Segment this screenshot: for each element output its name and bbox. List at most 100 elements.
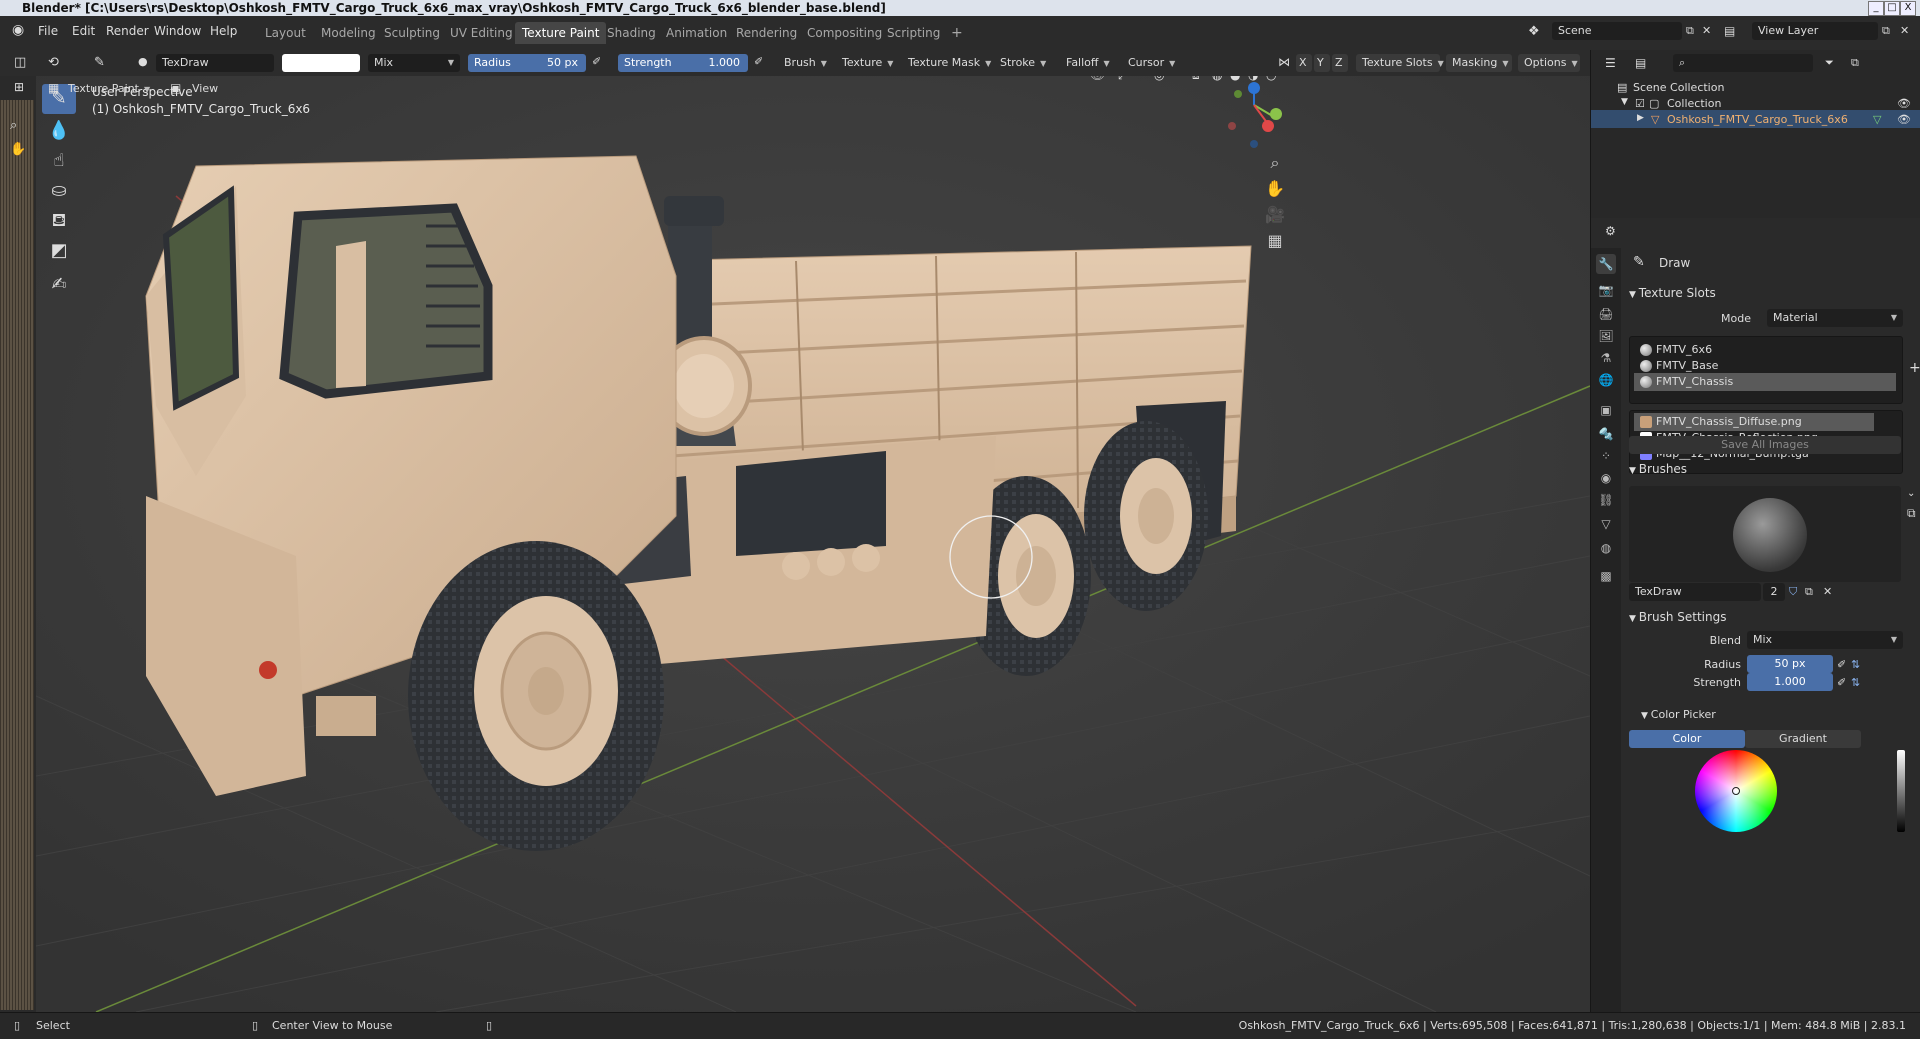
tab-texture-paint[interactable]: Texture Paint — [515, 22, 607, 44]
minimize-button[interactable]: _ — [1868, 1, 1884, 16]
menu-window[interactable]: Window — [154, 24, 201, 38]
brush-image-icon[interactable]: ⧉ — [1907, 506, 1916, 521]
constraints-tab-icon[interactable]: ⛓ — [1596, 490, 1616, 510]
outliner-editor-icon[interactable]: ☰ — [1605, 56, 1616, 70]
material-tab-icon[interactable]: ◍ — [1596, 538, 1616, 558]
tool-select-icon[interactable]: ⟲ — [48, 55, 59, 70]
brush-icon[interactable]: ✎ — [94, 55, 105, 70]
annotate-tool-icon[interactable]: ✍ — [42, 270, 76, 300]
mirror-x-toggle[interactable]: X — [1296, 54, 1312, 72]
strength-pressure-icon[interactable]: ✐ — [754, 55, 763, 68]
render-tab-icon[interactable]: 📷 — [1596, 280, 1616, 300]
tab-shading[interactable]: Shading — [600, 22, 663, 44]
editor-type-icon[interactable]: ◫ — [14, 55, 26, 70]
duplicate-brush-icon[interactable]: ⧉ — [1805, 585, 1813, 599]
menu-file[interactable]: File — [38, 24, 58, 38]
brush-settings-section[interactable]: ▼ Brush Settings — [1629, 610, 1726, 624]
brush-users-count[interactable]: 2 — [1763, 583, 1785, 601]
brush-name-field[interactable]: TexDraw — [156, 54, 274, 72]
radius-slider-panel[interactable]: 50 px — [1747, 655, 1833, 673]
add-slot-icon[interactable]: + — [1909, 360, 1920, 376]
unlink-brush-icon[interactable]: ✕ — [1823, 585, 1832, 598]
blend-mode-dropdown[interactable]: Mix ▼ — [368, 54, 460, 72]
strength-slider-panel[interactable]: 1.000 — [1747, 673, 1833, 691]
strength-unit-icon[interactable]: ⇅ — [1851, 676, 1860, 689]
pressure-icon[interactable]: ✐ — [592, 55, 601, 68]
physics-tab-icon[interactable]: ◉ — [1596, 468, 1616, 488]
brush-blend-dropdown[interactable]: Mix ▼ — [1747, 631, 1903, 649]
maximize-button[interactable]: □ — [1884, 1, 1900, 16]
menu-edit[interactable]: Edit — [72, 24, 95, 38]
add-workspace-button[interactable]: + — [944, 22, 970, 44]
brush-name-field-panel[interactable]: TexDraw — [1629, 583, 1761, 601]
options-menu[interactable]: Options ▼ — [1518, 54, 1580, 72]
masking-menu[interactable]: Masking ▼ — [1446, 54, 1512, 72]
delete-view-layer-icon[interactable]: ✕ — [1900, 24, 1909, 37]
output-tab-icon[interactable]: 🖨 — [1596, 304, 1616, 324]
object-tab-icon[interactable]: ▣ — [1596, 400, 1616, 420]
tab-layout[interactable]: Layout — [258, 22, 313, 44]
texture-mask-menu[interactable]: Texture Mask ▼ — [908, 56, 991, 69]
tab-modeling[interactable]: Modeling — [314, 22, 383, 44]
material-item-fmtv-chassis[interactable]: FMTV_Chassis — [1634, 373, 1896, 391]
delete-scene-icon[interactable]: ✕ — [1702, 24, 1711, 37]
eye-icon[interactable]: 👁 — [1897, 113, 1911, 126]
texture-slot-mode-dropdown[interactable]: Material ▼ — [1767, 309, 1903, 327]
smear-tool-icon[interactable]: ☝ — [42, 146, 76, 176]
brush-color-swatch[interactable] — [282, 54, 360, 72]
view-layer-tab-icon[interactable]: 🖼 — [1596, 326, 1616, 346]
strength-slider[interactable]: Strength 1.000 — [618, 54, 748, 72]
world-tab-icon[interactable]: 🌐 — [1596, 370, 1616, 390]
filter-icon[interactable]: ⏷ — [1825, 56, 1834, 70]
close-button[interactable]: X — [1900, 1, 1916, 16]
menu-render[interactable]: Render — [106, 24, 149, 38]
uv-pan-icon[interactable]: ✋ — [10, 142, 26, 157]
texture-tab-icon[interactable]: ▩ — [1596, 566, 1616, 586]
strength-pressure-icon[interactable]: ✐ — [1837, 676, 1846, 689]
cursor-menu[interactable]: Cursor ▼ — [1128, 56, 1175, 69]
new-view-layer-icon[interactable]: ⧉ — [1882, 24, 1890, 38]
outliner-row-object[interactable]: ▶ ▽ Oshkosh_FMTV_Cargo_Truck_6x6 ▽ 👁 — [1591, 110, 1920, 128]
mask-tool-icon[interactable]: ◩ — [42, 236, 76, 266]
chevron-down-icon[interactable]: ⌄ — [1907, 488, 1915, 499]
gizmo-y-icon[interactable] — [1270, 108, 1282, 120]
perspective-toggle-icon[interactable]: ▦ — [1262, 228, 1288, 254]
3d-viewport[interactable]: User Perspective (1) Oshkosh_FMTV_Cargo_… — [36, 76, 1590, 1012]
tab-rendering[interactable]: Rendering — [729, 22, 804, 44]
checkbox-icon[interactable]: ☑ — [1635, 97, 1645, 110]
uv-editor-type-icon[interactable]: ⊞ — [14, 80, 24, 94]
display-mode-icon[interactable]: ▤ — [1635, 56, 1646, 70]
view-layer-field[interactable]: View Layer — [1752, 22, 1878, 40]
expand-arrow-icon[interactable]: ▶ — [1637, 113, 1644, 123]
scene-field[interactable]: Scene — [1552, 22, 1682, 40]
radius-unit-icon[interactable]: ⇅ — [1851, 658, 1860, 671]
scene-tab-icon[interactable]: ⚗ — [1596, 348, 1616, 368]
brush-menu[interactable]: Brush ▼ — [784, 56, 827, 69]
color-tab[interactable]: Color — [1629, 730, 1745, 748]
tab-compositing[interactable]: Compositing — [800, 22, 889, 44]
tab-animation[interactable]: Animation — [659, 22, 734, 44]
tab-sculpting[interactable]: Sculpting — [377, 22, 447, 44]
fill-tool-icon[interactable]: ⛾ — [42, 206, 76, 236]
new-scene-icon[interactable]: ⧉ — [1686, 24, 1694, 38]
camera-view-icon[interactable]: 🎥 — [1262, 202, 1288, 228]
texture-slots-section[interactable]: ▼ Texture Slots — [1629, 286, 1716, 300]
mirror-z-toggle[interactable]: Z — [1332, 54, 1348, 72]
data-tab-icon[interactable]: ▽ — [1596, 514, 1616, 534]
view-menu[interactable]: View — [192, 82, 218, 95]
mode-dropdown[interactable]: Texture Paint ▼ — [62, 80, 162, 98]
color-wheel[interactable] — [1695, 750, 1777, 832]
tab-scripting[interactable]: Scripting — [880, 22, 947, 44]
uv-zoom-icon[interactable]: ⌕ — [10, 118, 17, 133]
outliner-search-input[interactable]: ⌕ — [1673, 54, 1813, 72]
tab-uv-editing[interactable]: UV Editing — [443, 22, 520, 44]
gradient-tab[interactable]: Gradient — [1745, 730, 1861, 748]
brushes-section[interactable]: ▼ Brushes — [1629, 462, 1687, 476]
fake-user-icon[interactable]: ⛉ — [1789, 585, 1797, 599]
blender-logo-icon[interactable]: ◉ — [12, 22, 24, 38]
texture-slots-menu[interactable]: Texture Slots ▼ — [1356, 54, 1444, 72]
mirror-y-toggle[interactable]: Y — [1314, 54, 1330, 72]
radius-pressure-icon[interactable]: ✐ — [1837, 658, 1846, 671]
clone-tool-icon[interactable]: ⛀ — [42, 176, 76, 206]
brush-preview-area[interactable] — [1629, 486, 1901, 582]
